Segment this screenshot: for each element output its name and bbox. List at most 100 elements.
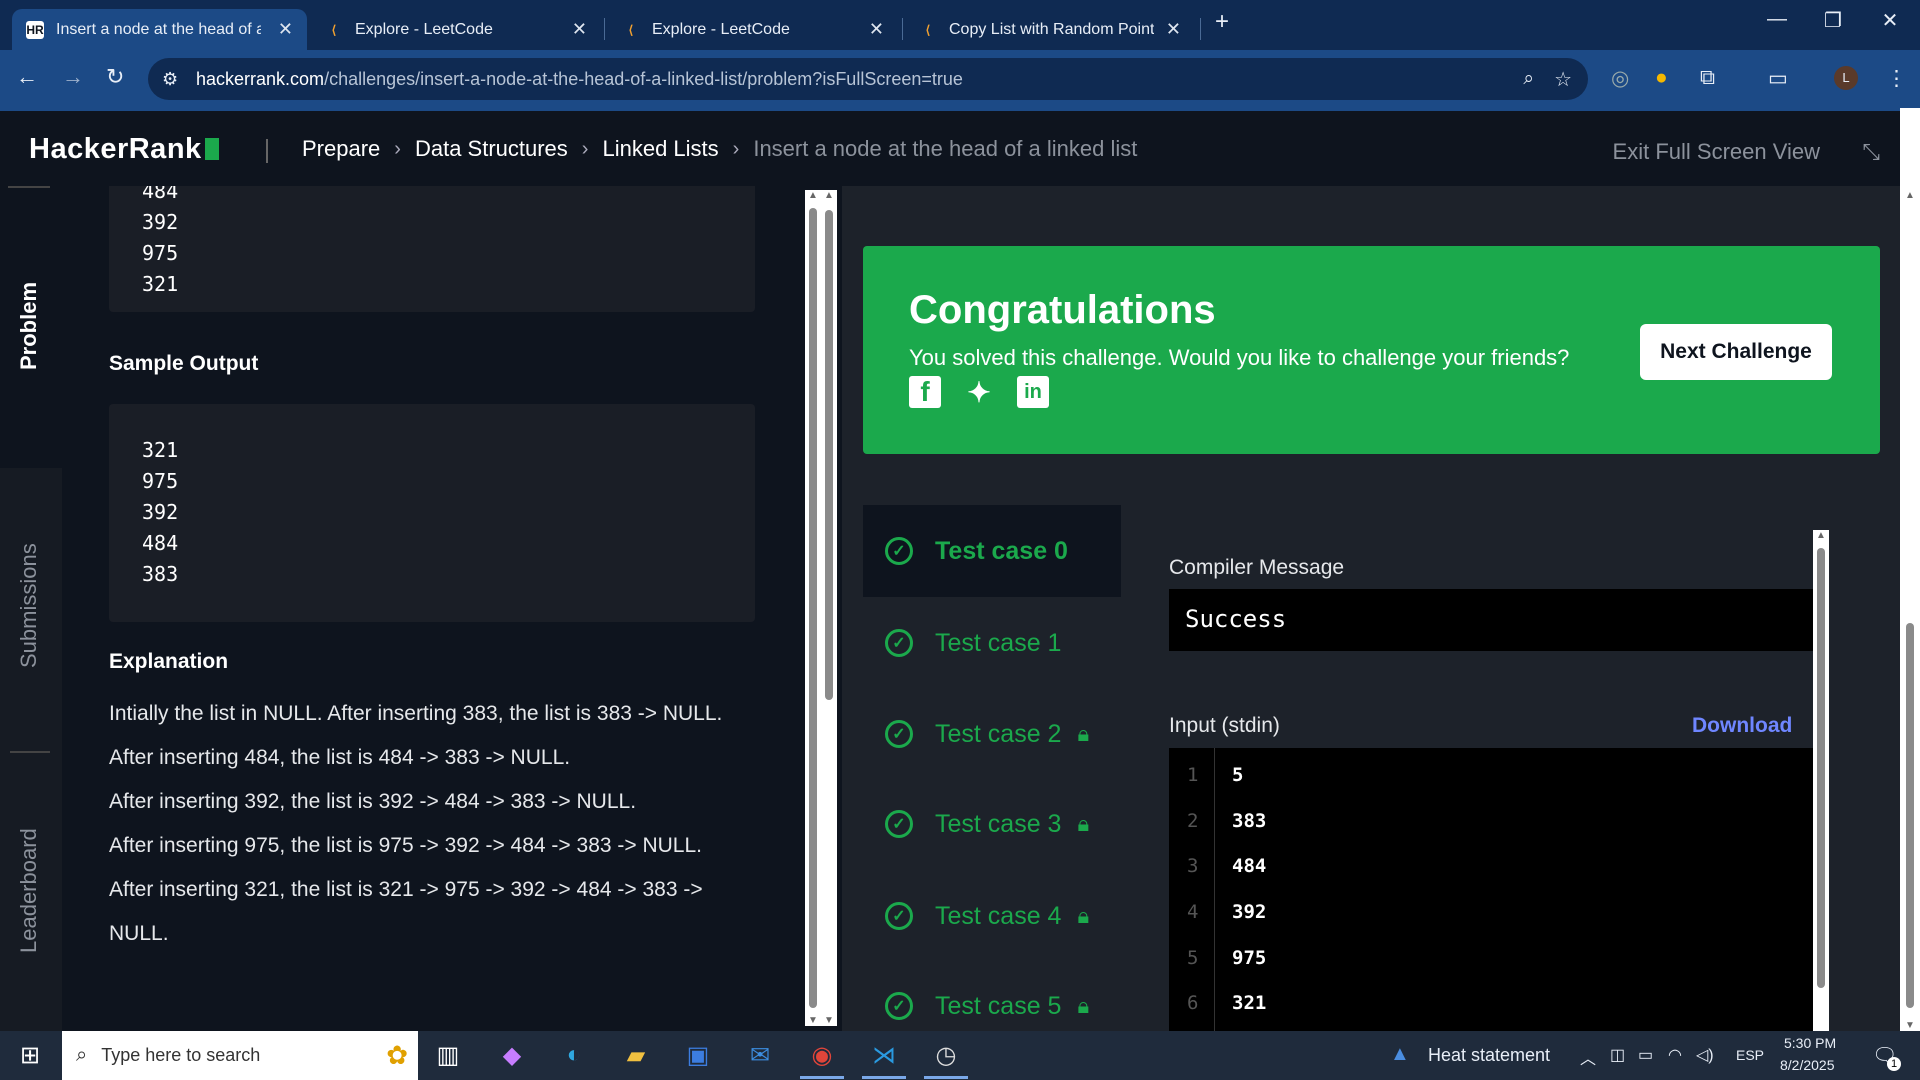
weather-alert-icon[interactable]: ▲: [1390, 1043, 1410, 1066]
test-case-label: Test case 4: [935, 901, 1062, 930]
tab-title: Copy List with Random Pointer: [949, 20, 1154, 38]
line-number: 5: [1187, 947, 1199, 969]
test-case-tab[interactable]: ✓ Test case 2 🔒︎: [863, 688, 1121, 780]
collapse-arrows-icon[interactable]: ⤡: [1862, 139, 1880, 165]
crumb-linked-lists[interactable]: Linked Lists: [602, 136, 718, 162]
next-challenge-button[interactable]: Next Challenge: [1640, 324, 1832, 380]
zoom-icon[interactable]: ⌕: [1523, 68, 1534, 90]
store-icon[interactable]: ▣: [682, 1041, 714, 1071]
language-indicator[interactable]: ESP: [1736, 1047, 1764, 1063]
test-case-label: Test case 3: [935, 809, 1062, 838]
scroll-down-arrow-icon[interactable]: ▼: [824, 1015, 834, 1026]
reload-icon[interactable]: ↻: [106, 64, 124, 90]
facebook-icon[interactable]: f: [909, 376, 941, 408]
clock-time[interactable]: 5:30 PM: [1784, 1035, 1836, 1051]
scrollbar-thumb[interactable]: [825, 210, 833, 700]
scroll-down-arrow-icon[interactable]: ▼: [1905, 1020, 1915, 1031]
editor-scrollbar[interactable]: ▲ ▼: [821, 190, 837, 1026]
forward-icon[interactable]: →: [62, 64, 84, 90]
nav-problem[interactable]: Problem: [16, 282, 42, 370]
minimize-icon[interactable]: —: [1757, 8, 1797, 31]
taskbar-search[interactable]: ⌕ Type here to search ✿: [62, 1031, 418, 1080]
extension-icon[interactable]: ◎: [1611, 66, 1629, 91]
address-bar[interactable]: ⚙ hackerrank.com/challenges/insert-a-nod…: [148, 58, 1588, 100]
tab-hackerrank[interactable]: HR Insert a node at the head of a li ✕: [12, 9, 307, 50]
chrome-icon[interactable]: ◉: [806, 1041, 838, 1071]
tab-leetcode-2[interactable]: ⟨ Explore - LeetCode ✕: [608, 9, 898, 50]
check-circle-icon: ✓: [885, 720, 913, 748]
tab-leetcode-1[interactable]: ⟨ Explore - LeetCode ✕: [311, 9, 601, 50]
download-link[interactable]: Download: [1692, 714, 1792, 738]
close-icon[interactable]: ✕: [572, 19, 587, 40]
copilot-icon[interactable]: ◆: [496, 1041, 528, 1071]
extension-icon[interactable]: ●: [1655, 66, 1668, 90]
page-scrollbar[interactable]: ▲ ▼: [1900, 108, 1920, 1031]
test-case-tab[interactable]: ✓ Test case 5 🔒︎: [863, 960, 1121, 1031]
problem-scrollbar[interactable]: ▲ ▼: [805, 190, 821, 1026]
crumb-prepare[interactable]: Prepare: [302, 136, 380, 162]
bookmark-star-icon[interactable]: ☆: [1554, 67, 1572, 92]
active-app-indicator: [924, 1076, 968, 1079]
scrollbar-thumb[interactable]: [809, 208, 817, 1008]
nav-submissions[interactable]: Submissions: [16, 543, 42, 668]
tab-divider: [604, 18, 605, 40]
close-icon[interactable]: ✕: [1166, 19, 1181, 40]
exit-full-screen-link[interactable]: Exit Full Screen View: [1613, 139, 1820, 165]
twitter-icon[interactable]: ✦: [963, 376, 995, 408]
results-scrollbar[interactable]: ▲: [1813, 530, 1829, 1031]
line-number: 4: [1187, 901, 1199, 923]
clock-app-icon[interactable]: ◷: [930, 1041, 962, 1071]
scroll-up-arrow-icon[interactable]: ▲: [1905, 190, 1915, 201]
clock-date[interactable]: 8/2/2025: [1780, 1057, 1835, 1073]
profile-avatar[interactable]: L: [1834, 66, 1858, 90]
weather-text[interactable]: Heat statement: [1428, 1045, 1550, 1066]
scroll-up-arrow-icon[interactable]: ▲: [808, 190, 818, 201]
task-view-icon[interactable]: ▥: [432, 1041, 464, 1071]
volume-icon[interactable]: ◁): [1696, 1045, 1714, 1065]
linkedin-icon[interactable]: in: [1017, 376, 1049, 408]
close-icon[interactable]: ✕: [278, 19, 293, 40]
back-icon[interactable]: ←: [16, 64, 38, 90]
window-close-icon[interactable]: ✕: [1870, 8, 1910, 33]
site-info-icon[interactable]: ⚙: [162, 69, 178, 90]
extensions-puzzle-icon[interactable]: ⧉: [1700, 66, 1715, 90]
tab-search-icon[interactable]: ▭: [1768, 66, 1788, 91]
test-case-tab[interactable]: ✓ Test case 1: [863, 597, 1121, 689]
mail-icon[interactable]: ✉: [744, 1041, 776, 1071]
vscode-icon[interactable]: ⋊: [868, 1041, 900, 1071]
scroll-down-arrow-icon[interactable]: ▼: [808, 1015, 818, 1026]
code-line: 321: [142, 438, 179, 462]
scrollbar-thumb[interactable]: [1817, 548, 1825, 988]
test-case-tab[interactable]: ✓ Test case 3 🔒︎: [863, 778, 1121, 870]
results-panel: Congratulations You solved this challeng…: [842, 186, 1900, 1031]
test-case-tab[interactable]: ✓ Test case 0: [863, 505, 1121, 597]
crumb-data-structures[interactable]: Data Structures: [415, 136, 568, 162]
sample-output-box: 321 975 392 484 383: [109, 404, 755, 622]
code-line: 975: [142, 241, 179, 265]
explanation-line: After inserting 975, the list is 975 -> …: [109, 834, 703, 857]
leetcode-icon: ⟨: [331, 22, 337, 37]
scroll-up-arrow-icon[interactable]: ▲: [1816, 530, 1826, 541]
chevron-right-icon: ›: [581, 137, 589, 160]
file-explorer-icon[interactable]: ▰: [620, 1041, 652, 1071]
explanation-line: After inserting 321, the list is 321 -> …: [109, 878, 703, 901]
tab-leetcode-3[interactable]: ⟨ Copy List with Random Pointer ✕: [905, 9, 1195, 50]
camera-icon[interactable]: ◫: [1610, 1045, 1625, 1065]
test-case-tab[interactable]: ✓ Test case 4 🔒︎: [863, 870, 1121, 962]
edge-icon[interactable]: ◐: [558, 1041, 590, 1071]
logo-square: [204, 138, 219, 160]
menu-dots-icon[interactable]: ⋮: [1886, 66, 1907, 91]
nav-leaderboard[interactable]: Leaderboard: [16, 828, 42, 953]
new-tab-icon[interactable]: +: [1202, 8, 1242, 36]
battery-icon[interactable]: ▭: [1638, 1045, 1653, 1065]
tab-title: Explore - LeetCode: [355, 20, 493, 38]
chevron-up-icon[interactable]: ︿: [1580, 1045, 1596, 1069]
wifi-icon[interactable]: ◠: [1668, 1045, 1682, 1065]
windows-start-icon[interactable]: ⊞: [14, 1041, 46, 1071]
restore-icon[interactable]: ❐: [1813, 8, 1853, 33]
scroll-up-arrow-icon[interactable]: ▲: [824, 190, 834, 201]
hackerrank-logo[interactable]: HackerRank: [29, 133, 219, 166]
scrollbar-thumb[interactable]: [1906, 623, 1914, 1008]
lock-icon: 🔒︎: [1077, 721, 1090, 746]
close-icon[interactable]: ✕: [869, 19, 884, 40]
